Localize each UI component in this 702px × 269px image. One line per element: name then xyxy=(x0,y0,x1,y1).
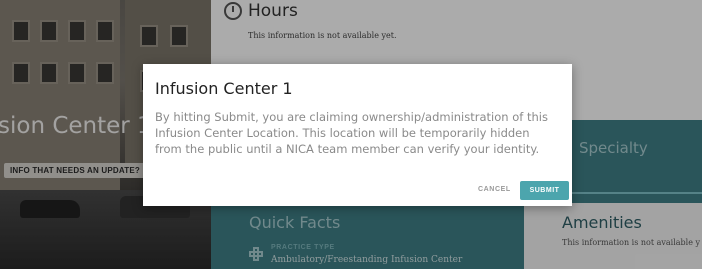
submit-button[interactable]: SUBMIT xyxy=(520,181,569,200)
dialog-title: Infusion Center 1 xyxy=(155,79,293,98)
claim-dialog: Infusion Center 1 By hitting Submit, you… xyxy=(143,64,572,206)
dialog-body: By hitting Submit, you are claiming owne… xyxy=(155,110,548,156)
cancel-button[interactable]: CANCEL xyxy=(478,186,511,193)
page: sion Center 1. INFO THAT NEEDS AN UPDATE… xyxy=(0,0,702,269)
